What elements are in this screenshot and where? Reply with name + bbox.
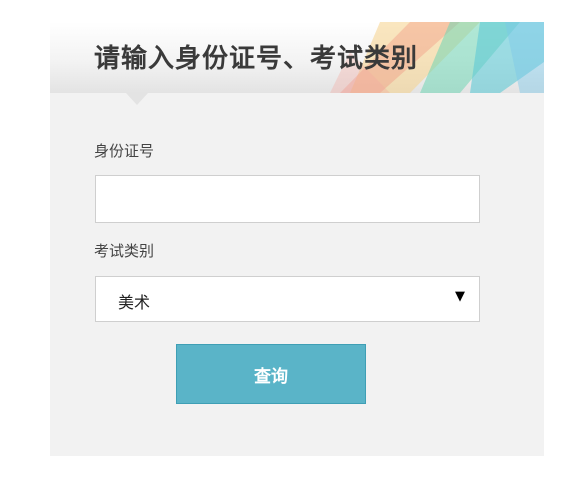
- id-number-input[interactable]: [95, 175, 480, 223]
- exam-category-select[interactable]: 美术 ▼: [95, 276, 480, 322]
- query-form-card: 请输入身份证号、考试类别 身份证号 考试类别 美术 ▼ 查询: [50, 22, 544, 456]
- exam-category-label: 考试类别: [94, 242, 155, 260]
- triangle-down-icon: ▼: [455, 289, 465, 304]
- header-pointer: [126, 93, 148, 105]
- exam-category-selected: 美术: [118, 293, 151, 312]
- form-header: 请输入身份证号、考试类别: [50, 22, 544, 93]
- form-title: 请输入身份证号、考试类别: [94, 44, 419, 74]
- query-button[interactable]: 查询: [176, 344, 366, 404]
- id-number-label: 身份证号: [94, 142, 155, 160]
